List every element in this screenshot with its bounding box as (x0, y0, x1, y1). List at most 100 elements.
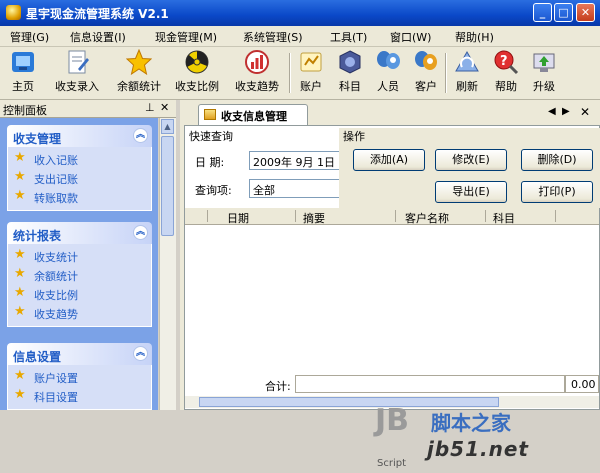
operations-title: 操作 (343, 130, 365, 143)
toolbar-refresh-button[interactable]: 刷新 (451, 49, 483, 97)
home-icon (12, 52, 34, 72)
group-header[interactable]: 统计报表 ︽ (7, 222, 152, 244)
menu-tools[interactable]: 工具(T) (330, 29, 367, 45)
people-icon (377, 51, 400, 69)
toolbar-balance-button[interactable]: 余额统计 (112, 49, 166, 97)
list-item-transfer[interactable]: ★ 转账取款 (8, 187, 151, 206)
column-date[interactable]: 日期 (227, 210, 249, 226)
total-value: 0.00 (571, 378, 596, 391)
table-footer: 合计: 0.00 (185, 373, 599, 395)
control-panel-header: 控制面板 ⊥ ✕ (0, 100, 176, 118)
menu-system-management[interactable]: 系统管理(S) (243, 29, 303, 45)
toolbar-trend-button[interactable]: 收支趋势 (230, 49, 284, 97)
scroll-thumb[interactable] (161, 136, 174, 236)
tab-next-icon[interactable]: ▶ (562, 106, 570, 117)
pie-icon (185, 50, 209, 74)
star-icon: ★ (14, 247, 26, 262)
menu-cash-management[interactable]: 现金管理(M) (155, 29, 217, 45)
watermark-logo: JB (375, 403, 410, 438)
group-info-settings: 信息设置 ︽ ★ 账户设置 ★ 科目设置 (7, 343, 152, 410)
entry-icon (68, 50, 89, 74)
control-panel-title: 控制面板 (3, 104, 47, 117)
table-header: 日期 摘要 客户名称 科目 (185, 208, 599, 225)
tab-prev-icon[interactable]: ◀ (548, 106, 556, 117)
quick-query-title: 快速查询 (189, 130, 233, 143)
watermark-site-url: jb51.net (427, 437, 529, 461)
column-subject[interactable]: 科目 (493, 210, 515, 226)
date-field[interactable]: 2009年 9月 1日 (249, 151, 341, 170)
list-item-balance[interactable]: ★ 余额统计 (8, 265, 151, 284)
toolbar-people-button[interactable]: 人员 (372, 49, 404, 97)
table-horizontal-scrollbar[interactable] (185, 396, 599, 408)
toolbar-help-button[interactable]: ? 帮助 (490, 49, 522, 97)
subject-icon (339, 50, 361, 74)
tab-icon (204, 109, 216, 120)
menu-window[interactable]: 窗口(W) (390, 29, 431, 45)
total-label: 合计: (265, 380, 291, 393)
star-icon: ★ (14, 150, 26, 165)
title-bar: 星宇现金流管理系统 V2.1 _ □ ✕ (0, 0, 600, 26)
delete-button[interactable]: 删除(D) (521, 149, 593, 171)
app-icon (6, 5, 21, 20)
list-item-income-entry[interactable]: ★ 收入记账 (8, 149, 151, 168)
panel-close-icon[interactable]: ✕ (160, 101, 169, 114)
menu-manage[interactable]: 管理(G) (10, 29, 49, 45)
control-panel: 控制面板 ⊥ ✕ 收支管理 ︽ ★ 收入记账 ★ 支出记账 ★ 转账取款 统计报表 ︽… (0, 100, 176, 410)
add-button[interactable]: 添加(A) (353, 149, 425, 171)
maximize-button[interactable]: □ (554, 3, 573, 22)
list-item-trend[interactable]: ★ 收支趋势 (8, 303, 151, 322)
collapse-chevron-icon[interactable]: ︽ (133, 128, 148, 143)
window-title: 星宇现金流管理系统 V2.1 (26, 7, 169, 21)
toolbar-ratio-button[interactable]: 收支比例 (170, 49, 224, 97)
group-header[interactable]: 信息设置 ︽ (7, 343, 152, 365)
toolbar-subject-button[interactable]: 科目 (334, 49, 366, 97)
star-icon: ★ (14, 188, 26, 203)
tab-close-icon[interactable]: ✕ (580, 105, 590, 119)
group-header[interactable]: 收支管理 ︽ (7, 125, 152, 147)
close-button[interactable]: ✕ (576, 3, 595, 22)
toolbar-entry-button[interactable]: 收支录入 (50, 49, 104, 97)
panel-scrollbar[interactable]: ▲ (159, 118, 176, 410)
records-table[interactable]: 日期 摘要 客户名称 科目 JB Script 脚本之家 jb51.net 合计… (185, 208, 599, 469)
main-area: 收支信息管理 ◀ ▶ ✕ 快速查询 日 期: 2009年 9月 1日 查询项: … (180, 100, 600, 469)
list-item-expense-entry[interactable]: ★ 支出记账 (8, 168, 151, 187)
menu-help[interactable]: 帮助(H) (455, 29, 494, 45)
export-button[interactable]: 导出(E) (435, 181, 507, 203)
list-item-subject-settings[interactable]: ★ 科目设置 (8, 386, 151, 405)
toolbar-home-button[interactable]: 主页 (6, 49, 40, 97)
tab-income-expense-info[interactable]: 收支信息管理 (198, 104, 308, 125)
group-income-expense: 收支管理 ︽ ★ 收入记账 ★ 支出记账 ★ 转账取款 (7, 125, 152, 211)
star-icon: ★ (14, 266, 26, 281)
star-icon (126, 49, 152, 75)
toolbar-account-button[interactable]: 账户 (295, 49, 327, 97)
svg-text:?: ? (500, 54, 508, 69)
pin-icon[interactable]: ⊥ (145, 101, 155, 114)
scroll-up-arrow-icon[interactable]: ▲ (161, 119, 174, 134)
menu-info-settings[interactable]: 信息设置(I) (70, 29, 126, 45)
column-customer[interactable]: 客户名称 (405, 210, 449, 226)
star-icon: ★ (14, 304, 26, 319)
star-icon: ★ (14, 387, 26, 402)
tab-strip: 收支信息管理 ◀ ▶ ✕ (180, 100, 600, 125)
quick-query-section: 快速查询 日 期: 2009年 9月 1日 查询项: 全部 (189, 128, 341, 208)
query-item-label: 查询项: (195, 184, 232, 197)
trend-icon (245, 50, 269, 74)
watermark-script: Script (377, 458, 407, 469)
minimize-button[interactable]: _ (533, 3, 552, 22)
toolbar-separator (445, 53, 447, 93)
toolbar-customer-button[interactable]: 客户 (410, 49, 442, 97)
collapse-chevron-icon[interactable]: ︽ (133, 225, 148, 240)
total-cell (295, 375, 565, 393)
scroll-thumb[interactable] (199, 397, 499, 407)
toolbar-upgrade-button[interactable]: 升级 (528, 49, 560, 97)
column-summary[interactable]: 摘要 (303, 210, 325, 226)
query-item-field[interactable]: 全部 (249, 179, 341, 198)
list-item-stats[interactable]: ★ 收支统计 (8, 246, 151, 265)
tab-content: 快速查询 日 期: 2009年 9月 1日 查询项: 全部 操作 添加(A) 修… (184, 125, 600, 469)
list-item-account-settings[interactable]: ★ 账户设置 (8, 367, 151, 386)
edit-button[interactable]: 修改(E) (435, 149, 507, 171)
star-icon: ★ (14, 368, 26, 383)
list-item-ratio[interactable]: ★ 收支比例 (8, 284, 151, 303)
print-button[interactable]: 打印(P) (521, 181, 593, 203)
collapse-chevron-icon[interactable]: ︽ (133, 346, 148, 361)
